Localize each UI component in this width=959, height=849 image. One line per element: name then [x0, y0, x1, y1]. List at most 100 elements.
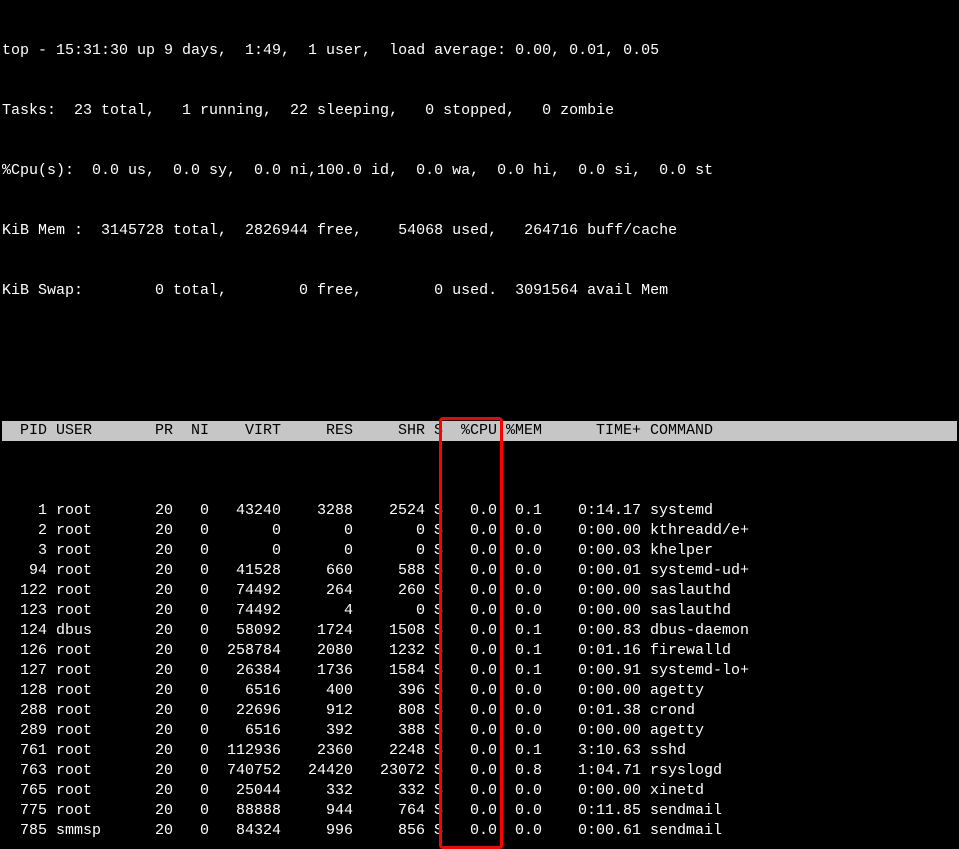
cell-shr: 1232 — [353, 641, 425, 661]
col-cpu[interactable]: %CPU — [443, 421, 497, 441]
table-row[interactable]: 2root200000S0.00.00:00.00kthreadd/e+ — [2, 521, 957, 541]
cell-shr: 1508 — [353, 621, 425, 641]
table-row[interactable]: 763root2007407522442023072S0.00.81:04.71… — [2, 761, 957, 781]
cell-pid: 775 — [2, 801, 47, 821]
summary-line-3: %Cpu(s): 0.0 us, 0.0 sy, 0.0 ni,100.0 id… — [2, 161, 957, 181]
cell-res: 0 — [281, 521, 353, 541]
cell-cpu: 0.0 — [443, 601, 497, 621]
col-s[interactable]: S — [425, 421, 443, 441]
cell-mem: 0.8 — [497, 761, 542, 781]
col-user[interactable]: USER — [47, 421, 137, 441]
cell-time: 0:00.91 — [542, 661, 641, 681]
col-virt[interactable]: VIRT — [209, 421, 281, 441]
cell-s: S — [425, 781, 443, 801]
cell-s: S — [425, 761, 443, 781]
cell-pr: 20 — [137, 581, 173, 601]
cell-pid: 761 — [2, 741, 47, 761]
summary-line-1: top - 15:31:30 up 9 days, 1:49, 1 user, … — [2, 41, 957, 61]
cell-res: 24420 — [281, 761, 353, 781]
cell-s: S — [425, 541, 443, 561]
cell-time: 0:00.00 — [542, 581, 641, 601]
cell-user: root — [47, 501, 137, 521]
col-shr[interactable]: SHR — [353, 421, 425, 441]
col-pid[interactable]: PID — [2, 421, 47, 441]
table-row[interactable]: 94root20041528660588S0.00.00:00.01system… — [2, 561, 957, 581]
terminal[interactable]: top - 15:31:30 up 9 days, 1:49, 1 user, … — [0, 0, 959, 849]
cell-mem: 0.1 — [497, 621, 542, 641]
cell-mem: 0.0 — [497, 721, 542, 741]
cell-pid: 123 — [2, 601, 47, 621]
table-row[interactable]: 3root200000S0.00.00:00.03khelper — [2, 541, 957, 561]
cell-mem: 0.0 — [497, 701, 542, 721]
col-pr[interactable]: PR — [137, 421, 173, 441]
cell-user: root — [47, 721, 137, 741]
col-mem[interactable]: %MEM — [497, 421, 542, 441]
cell-cpu: 0.0 — [443, 801, 497, 821]
cell-user: root — [47, 641, 137, 661]
cell-cpu: 0.0 — [443, 661, 497, 681]
table-row[interactable]: 123root2007449240S0.00.00:00.00saslauthd — [2, 601, 957, 621]
table-row[interactable]: 124dbus2005809217241508S0.00.10:00.83dbu… — [2, 621, 957, 641]
cell-user: root — [47, 741, 137, 761]
cell-ni: 0 — [173, 581, 209, 601]
cell-s: S — [425, 821, 443, 841]
cell-ni: 0 — [173, 801, 209, 821]
column-header-row[interactable]: PID USER PR NI VIRT RES SHR S %CPU %MEM … — [2, 421, 957, 441]
table-row[interactable]: 289root2006516392388S0.00.00:00.00agetty — [2, 721, 957, 741]
cell-ni: 0 — [173, 721, 209, 741]
cell-time: 0:14.17 — [542, 501, 641, 521]
cell-pid: 765 — [2, 781, 47, 801]
cell-cmd: systemd-lo+ — [641, 661, 957, 681]
cell-s: S — [425, 681, 443, 701]
cell-shr: 808 — [353, 701, 425, 721]
cell-virt: 0 — [209, 521, 281, 541]
cell-virt: 740752 — [209, 761, 281, 781]
cell-shr: 0 — [353, 521, 425, 541]
table-row[interactable]: 785smmsp20084324996856S0.00.00:00.61send… — [2, 821, 957, 841]
cell-pr: 20 — [137, 801, 173, 821]
cell-time: 3:10.63 — [542, 741, 641, 761]
table-row[interactable]: 127root2002638417361584S0.00.10:00.91sys… — [2, 661, 957, 681]
table-row[interactable]: 288root20022696912808S0.00.00:01.38crond — [2, 701, 957, 721]
col-ni[interactable]: NI — [173, 421, 209, 441]
cell-s: S — [425, 801, 443, 821]
cell-virt: 0 — [209, 541, 281, 561]
cell-res: 912 — [281, 701, 353, 721]
cell-pr: 20 — [137, 561, 173, 581]
cell-cmd: systemd-ud+ — [641, 561, 957, 581]
col-time[interactable]: TIME+ — [542, 421, 641, 441]
cell-res: 332 — [281, 781, 353, 801]
cell-virt: 6516 — [209, 681, 281, 701]
cell-cpu: 0.0 — [443, 501, 497, 521]
cell-ni: 0 — [173, 821, 209, 841]
cell-virt: 258784 — [209, 641, 281, 661]
table-row[interactable]: 126root20025878420801232S0.00.10:01.16fi… — [2, 641, 957, 661]
cell-time: 0:01.16 — [542, 641, 641, 661]
cell-user: root — [47, 701, 137, 721]
cell-time: 0:01.38 — [542, 701, 641, 721]
cell-pid: 128 — [2, 681, 47, 701]
table-row[interactable]: 765root20025044332332S0.00.00:00.00xinet… — [2, 781, 957, 801]
cell-virt: 43240 — [209, 501, 281, 521]
col-cmd[interactable]: COMMAND — [641, 421, 957, 441]
cell-time: 0:00.00 — [542, 601, 641, 621]
table-row[interactable]: 775root20088888944764S0.00.00:11.85sendm… — [2, 801, 957, 821]
cell-s: S — [425, 721, 443, 741]
cell-mem: 0.0 — [497, 801, 542, 821]
cell-time: 0:00.61 — [542, 821, 641, 841]
cell-pid: 763 — [2, 761, 47, 781]
col-res[interactable]: RES — [281, 421, 353, 441]
cell-res: 4 — [281, 601, 353, 621]
cell-s: S — [425, 601, 443, 621]
cell-cpu: 0.0 — [443, 641, 497, 661]
table-row[interactable]: 128root2006516400396S0.00.00:00.00agetty — [2, 681, 957, 701]
table-row[interactable]: 761root20011293623602248S0.00.13:10.63ss… — [2, 741, 957, 761]
cell-ni: 0 — [173, 641, 209, 661]
cell-s: S — [425, 581, 443, 601]
cell-res: 2360 — [281, 741, 353, 761]
table-row[interactable]: 1root2004324032882524S0.00.10:14.17syste… — [2, 501, 957, 521]
cell-cmd: systemd — [641, 501, 957, 521]
cell-user: root — [47, 561, 137, 581]
cell-pr: 20 — [137, 541, 173, 561]
table-row[interactable]: 122root20074492264260S0.00.00:00.00sasla… — [2, 581, 957, 601]
